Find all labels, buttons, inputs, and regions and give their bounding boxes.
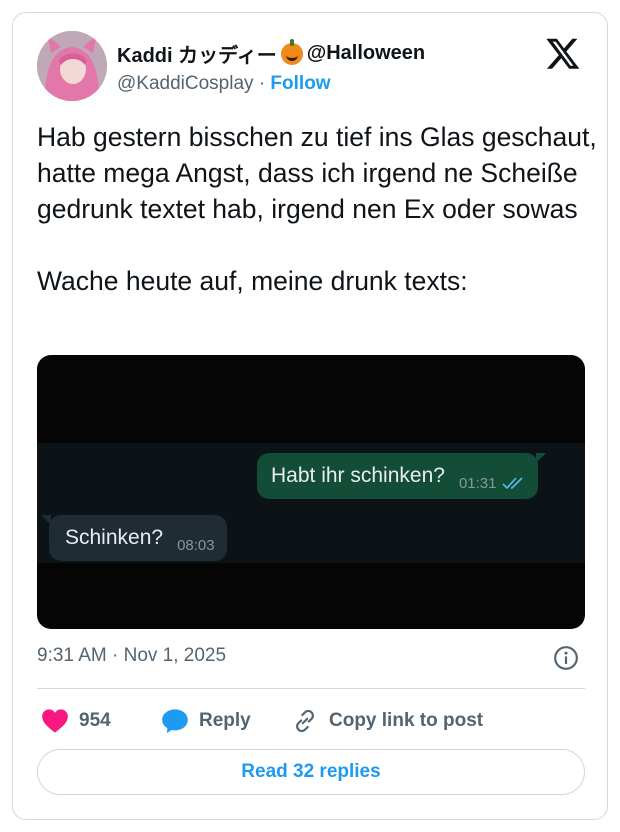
pumpkin-emoji-icon [280,38,303,65]
chat-message-meta: 01:31 [459,475,527,492]
tweet-media-image[interactable]: Habt ihr schinken? 01:31 Schinken? 08:03 [37,355,585,629]
link-icon [296,709,314,733]
chat-message-text: Schinken? [65,526,164,549]
chat-bubble-outgoing: Habt ihr schinken? 01:31 [257,453,547,499]
author-handle-row: @KaddiCosplay · Follow [117,73,331,95]
author-handle[interactable]: @KaddiCosplay [117,73,254,94]
avatar[interactable] [37,31,107,101]
follow-button[interactable]: Follow [270,73,330,94]
chat-message-time: 08:03 [177,536,215,554]
reply-label: Reply [199,710,251,731]
reply-button[interactable]: Reply [161,703,251,739]
divider [37,688,585,689]
reply-bubble-icon [162,709,188,734]
chat-message-text: Habt ihr schinken? [271,464,445,487]
double-check-icon [502,477,524,490]
chat-message-time: 01:31 [458,474,497,492]
like-count: 954 [79,710,111,731]
tweet-card: Kaddi カッディー @Halloween @KaddiCosplay · F… [12,12,608,820]
tweet-text: Hab gestern bisschen zu tief ins Glas ge… [37,122,597,296]
copy-link-button[interactable]: Copy link to post [291,703,483,739]
separator-dot: · [258,73,266,94]
action-bar: 954 Reply Copy link to post [37,703,585,739]
tweet-timestamp[interactable]: 9:31 AM · Nov 1, 2025 [37,645,226,667]
author-name-row[interactable]: Kaddi カッディー @Halloween [117,38,425,68]
author-display-name[interactable]: Kaddi カッディー [117,39,277,68]
copy-link-label: Copy link to post [329,710,484,731]
read-replies-button[interactable]: Read 32 replies [37,749,585,795]
heart-icon [42,709,68,733]
chat-message-meta: 08:03 [177,537,215,554]
info-icon[interactable] [553,645,579,671]
like-button[interactable]: 954 [41,703,111,739]
author-name-suffix[interactable]: @Halloween [307,42,425,65]
chat-bubble-incoming: Schinken? 08:03 [41,515,227,561]
x-logo-icon[interactable] [545,35,581,71]
